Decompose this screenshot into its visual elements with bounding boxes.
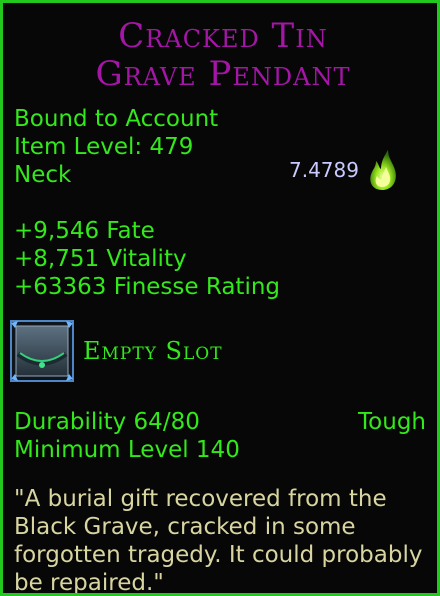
durability-type-text: Tough (358, 409, 426, 435)
empty-slot-label: Empty Slot (83, 337, 223, 365)
item-name-line-2: Grave Pendant (95, 54, 351, 94)
stat-line: +63363 Finesse Rating (14, 274, 281, 300)
minimum-level-text: Minimum Level 140 (14, 437, 240, 463)
item-name-line-1: Cracked Tin (118, 16, 328, 56)
durability-text: Durability 64/80 (14, 409, 200, 435)
value-amount: 7.4789 (289, 158, 359, 182)
flavor-text: "A burial gift recovered from the Black … (14, 486, 423, 596)
empty-essence-slot-icon[interactable] (10, 320, 74, 382)
stat-line: +8,751 Vitality (14, 246, 187, 272)
binding-text: Bound to Account (14, 106, 219, 132)
item-tooltip: Cracked Tin Grave Pendant Bound to Accou… (0, 0, 440, 596)
slot-type-text: Neck (14, 162, 72, 188)
item-value: 7.4789 (289, 149, 397, 191)
item-level-text: Item Level: 479 (14, 134, 194, 160)
item-name: Cracked Tin Grave Pendant (3, 16, 437, 94)
stat-line: +9,546 Fate (14, 218, 155, 244)
green-flame-icon (370, 150, 396, 190)
